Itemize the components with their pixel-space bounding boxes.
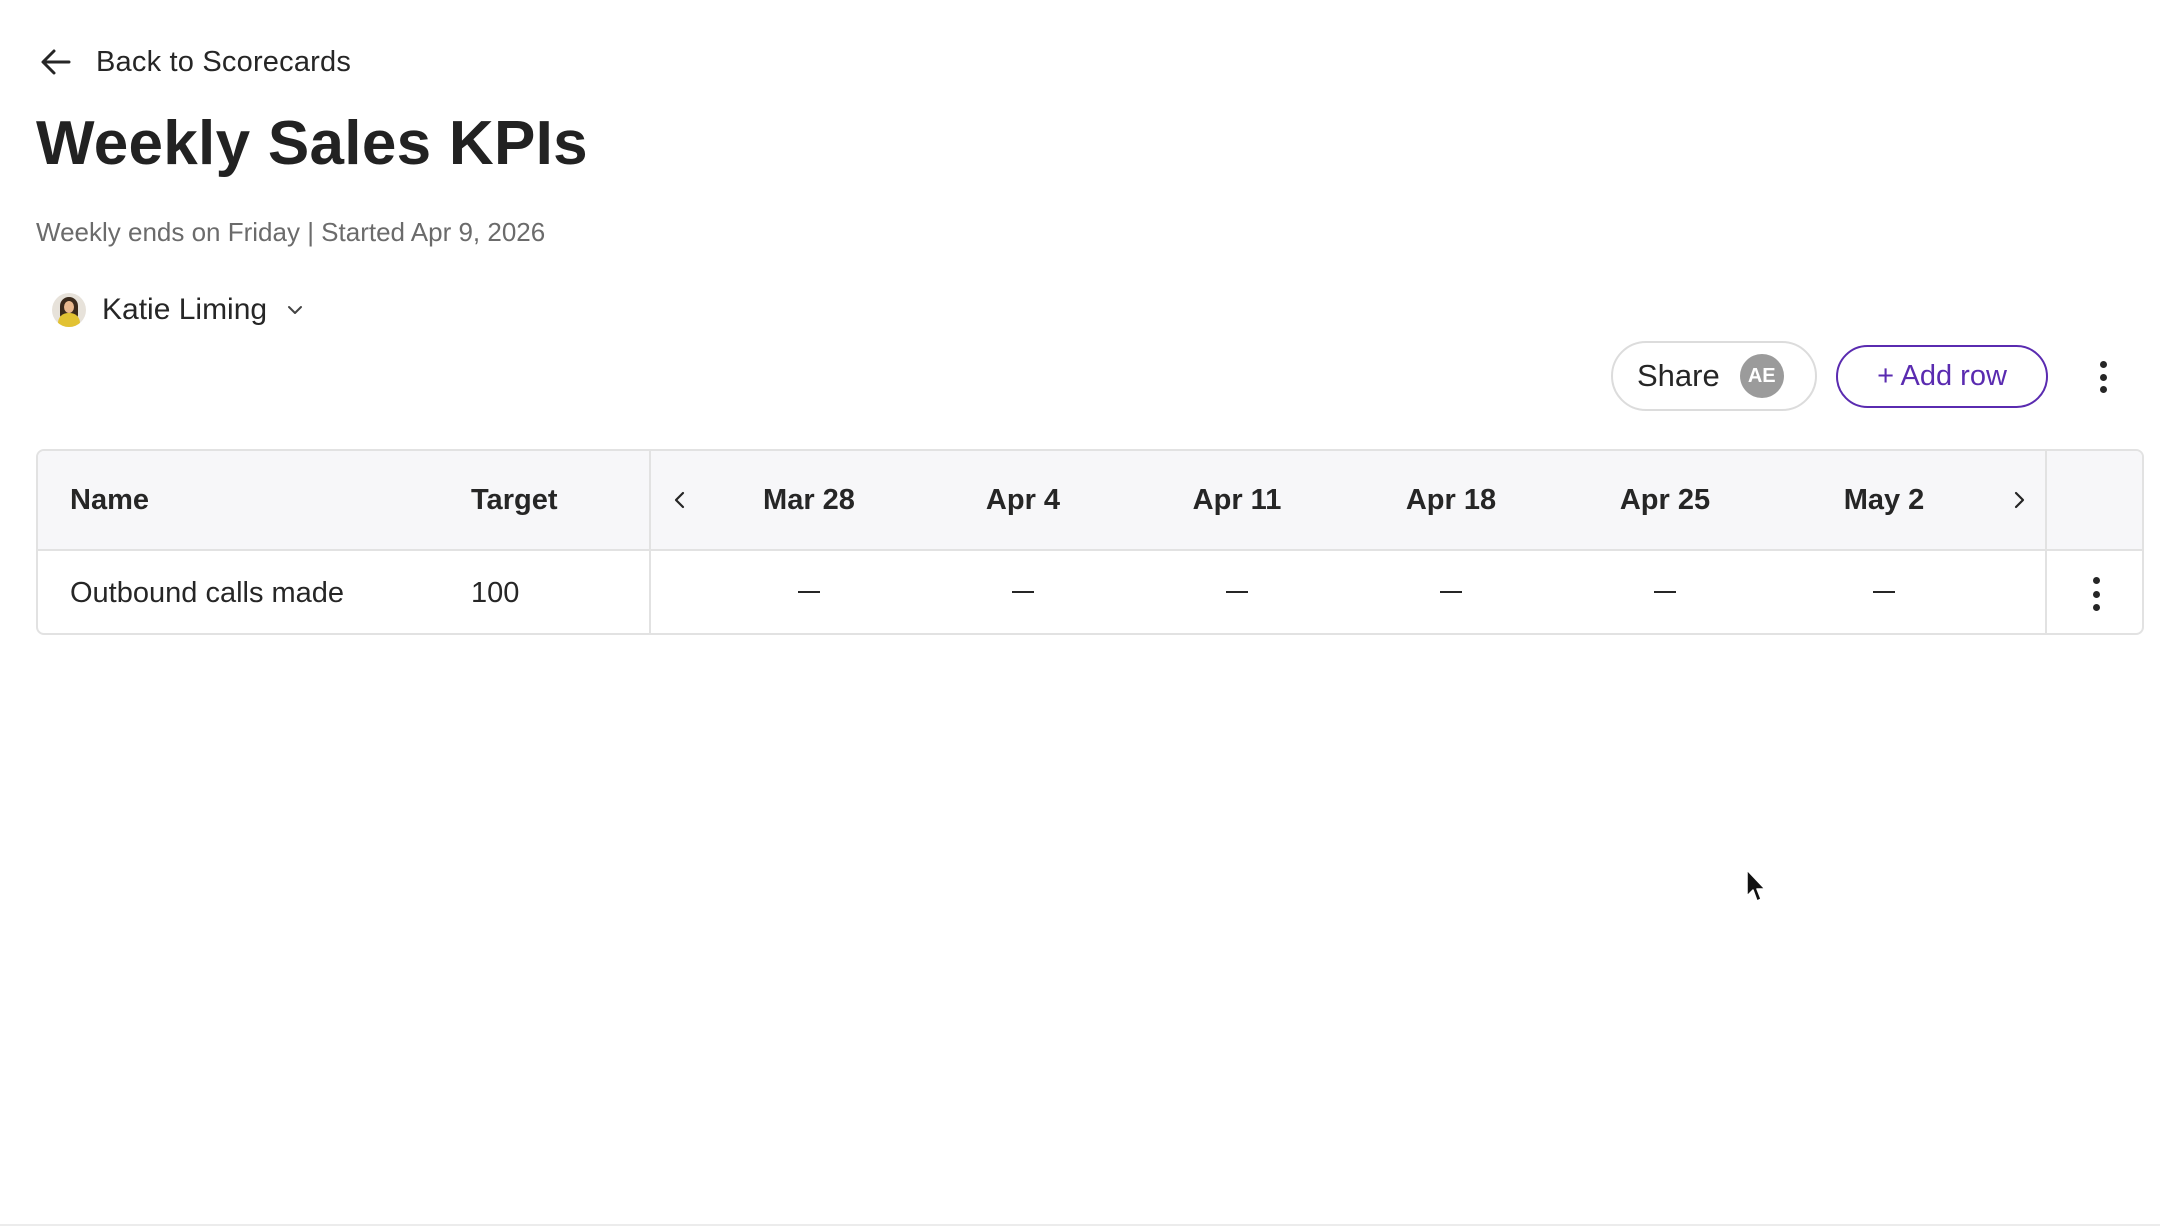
- share-label: Share: [1637, 358, 1720, 393]
- column-header-name: Name: [70, 484, 149, 516]
- kpi-table: Name Target Mar 28 Apr 4 Apr 11 Apr 18 A…: [36, 449, 2144, 635]
- empty-value-cell[interactable]: [798, 591, 820, 593]
- column-header-target: Target: [471, 484, 558, 516]
- chevron-left-icon[interactable]: [668, 488, 692, 512]
- column-header-week: Mar 28: [763, 484, 855, 516]
- mouse-cursor-icon: [1746, 869, 1766, 902]
- back-link-label: Back to Scorecards: [96, 45, 352, 78]
- back-to-scorecards-link[interactable]: Back to Scorecards: [36, 42, 351, 82]
- column-divider: [649, 451, 651, 633]
- empty-value-cell[interactable]: [1873, 591, 1895, 593]
- owner-selector[interactable]: Katie Liming: [52, 290, 307, 330]
- empty-value-cell[interactable]: [1226, 591, 1248, 593]
- column-header-week: Apr 4: [985, 484, 1061, 516]
- kpi-target-cell[interactable]: 100: [471, 575, 519, 611]
- shared-user-avatar: AE: [1739, 354, 1784, 398]
- chevron-down-icon: [288, 306, 303, 314]
- empty-value-cell[interactable]: [1012, 591, 1034, 593]
- share-button[interactable]: Share AE: [1611, 341, 1817, 411]
- kpi-name-cell[interactable]: Outbound calls made: [70, 575, 344, 611]
- row-options-icon[interactable]: [2088, 577, 2104, 611]
- scorecard-subtitle: Weekly ends on Friday | Started Apr 9, 2…: [36, 217, 546, 247]
- empty-value-cell[interactable]: [1654, 591, 1676, 593]
- column-divider: [2045, 451, 2047, 633]
- empty-value-cell[interactable]: [1440, 591, 1462, 593]
- table-header: [38, 451, 2142, 549]
- column-header-week: Apr 11: [1192, 484, 1282, 516]
- page-title: Weekly Sales KPIs: [36, 109, 588, 178]
- chevron-right-icon[interactable]: [2007, 488, 2031, 512]
- row-divider: [38, 549, 2142, 551]
- column-header-week: Apr 25: [1619, 484, 1711, 516]
- owner-name: Katie Liming: [102, 293, 268, 326]
- column-header-week: Apr 18: [1405, 484, 1497, 516]
- arrow-left-icon: [41, 49, 71, 75]
- more-options-icon[interactable]: [2095, 361, 2111, 393]
- owner-avatar: [52, 293, 86, 327]
- add-row-button[interactable]: + Add row: [1836, 345, 2048, 408]
- column-header-week: May 2: [1843, 484, 1925, 516]
